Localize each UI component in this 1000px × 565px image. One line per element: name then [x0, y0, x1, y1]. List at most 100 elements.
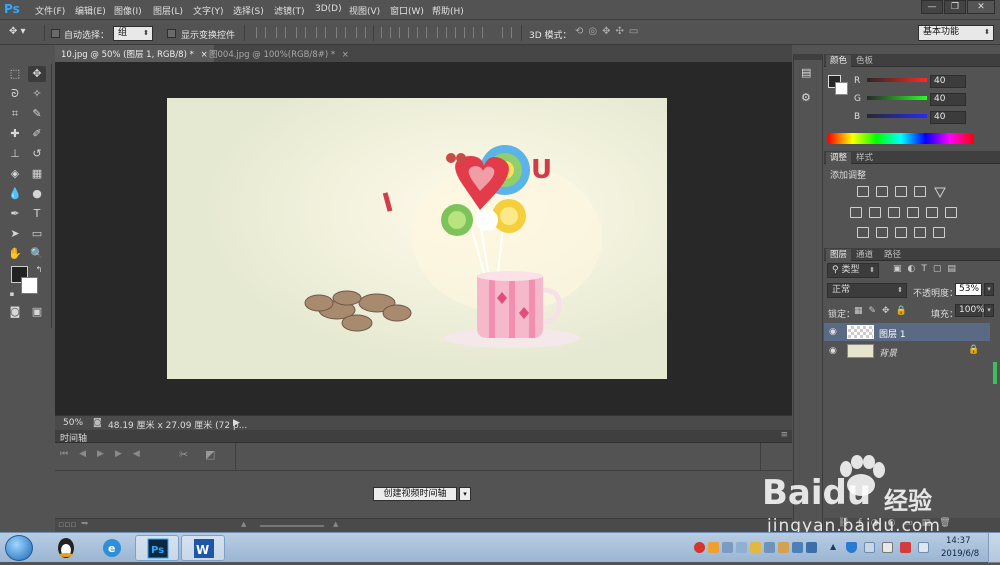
auto-select-checkbox[interactable] — [51, 29, 60, 38]
menu-edit[interactable]: 编辑(E) — [75, 4, 106, 17]
menu-layer[interactable]: 图层(L) — [153, 4, 183, 17]
layer-filter-icons[interactable]: ▣◐T▢▤ — [893, 264, 993, 277]
pen-tool-icon[interactable]: ✒ — [6, 206, 24, 222]
distribute-left-icon[interactable] — [437, 27, 447, 38]
blend-mode-dropdown[interactable]: 正常 ⬍ — [827, 283, 907, 298]
color-spectrum[interactable] — [828, 133, 974, 144]
chevron-down-icon[interactable]: ▾ — [984, 304, 994, 317]
align-vcenter-icon[interactable] — [276, 27, 286, 38]
menu-help[interactable]: 帮助(H) — [432, 4, 464, 17]
black-white-icon[interactable] — [888, 207, 900, 218]
align-bottom-icon[interactable] — [296, 27, 306, 38]
close-button[interactable]: ✕ — [967, 0, 995, 14]
quick-mask-icon[interactable]: ◙ — [6, 304, 24, 320]
auto-select-dropdown[interactable]: 组 ⬍ — [113, 26, 153, 41]
move-tool-icon[interactable]: ✥ — [28, 66, 46, 82]
tab-color[interactable]: 颜色 — [826, 55, 852, 67]
color-balance-icon[interactable] — [869, 207, 881, 218]
layer-name[interactable]: 背景 — [879, 346, 897, 359]
ie-icon[interactable]: e — [90, 535, 134, 561]
default-colors-icon[interactable]: ▪ — [3, 286, 21, 302]
levels-icon[interactable] — [876, 186, 888, 197]
path-select-icon[interactable]: ➤ — [6, 226, 24, 242]
channel-b-slider[interactable] — [867, 114, 927, 118]
channel-g-slider[interactable] — [867, 96, 927, 100]
tab-styles[interactable]: 样式 — [852, 152, 877, 164]
invert-icon[interactable] — [857, 227, 869, 238]
threshold-icon[interactable] — [895, 227, 907, 238]
layer-filter-dropdown[interactable]: ⚲ 类型 ⬍ — [827, 263, 879, 278]
tab-adjustments[interactable]: 调整 — [826, 152, 852, 164]
scissors-icon[interactable]: ✂ — [179, 448, 188, 461]
menu-3d[interactable]: 3D(D) — [315, 4, 342, 14]
lock-icons[interactable]: ▦✎✥🔒 — [854, 306, 914, 318]
tray-app-icon[interactable] — [750, 542, 761, 553]
tray-app-icon[interactable] — [736, 542, 747, 553]
sogou-icon[interactable] — [694, 542, 705, 553]
brightness-icon[interactable] — [857, 186, 869, 197]
align-right-icon[interactable] — [356, 27, 366, 38]
selective-color-icon[interactable] — [933, 227, 945, 238]
crop-tool-icon[interactable]: ⌗ — [6, 106, 24, 122]
chevron-down-icon[interactable]: ▾ — [984, 283, 994, 296]
opacity-input[interactable]: 53% — [955, 283, 982, 296]
qq-icon[interactable] — [44, 535, 88, 561]
align-top-icon[interactable] — [256, 27, 266, 38]
distribute-right-icon[interactable] — [473, 27, 483, 38]
zoom-level[interactable]: 50% — [63, 418, 83, 428]
chevron-up-icon[interactable]: ▲ — [830, 542, 836, 551]
info-icon[interactable]: ◙ — [93, 418, 102, 428]
frame-mode-icon[interactable]: ▫▫▫ — [58, 520, 76, 530]
3d-mode-icons[interactable]: ⟲◎✥✣▭ — [575, 26, 660, 40]
panel-menu-icon[interactable]: ≡ — [780, 430, 788, 440]
menu-view[interactable]: 视图(V) — [349, 4, 380, 17]
start-orb[interactable] — [5, 535, 33, 561]
menu-file[interactable]: 文件(F) — [35, 4, 65, 17]
zoom-tool-icon[interactable]: 🔍 — [28, 246, 46, 262]
show-desktop-button[interactable] — [988, 533, 1000, 563]
volume-icon[interactable] — [918, 542, 929, 553]
background-color-swatch[interactable] — [21, 277, 38, 294]
clone-stamp-icon[interactable]: ⊥ — [6, 146, 24, 162]
tab-pic004-jpg[interactable]: 图004.jpg @ 100%(RGB/8#) * × — [203, 45, 355, 62]
move-tool-preset-icon[interactable]: ✥ ▾ — [9, 26, 39, 40]
channel-mixer-icon[interactable] — [926, 207, 938, 218]
layer-row[interactable]: ◉ 图层 1 — [824, 323, 990, 341]
restore-button[interactable]: ❐ — [944, 0, 966, 14]
channel-r-value[interactable]: 40 — [930, 75, 966, 88]
keyboard-icon[interactable] — [722, 542, 733, 553]
shield-icon[interactable] — [846, 542, 857, 553]
tab-10-jpg[interactable]: 10.jpg @ 50% (图层 1, RGB/8) * × — [55, 45, 214, 62]
background-color-swatch[interactable] — [835, 82, 848, 95]
zoom-in-icon[interactable]: ▲ — [333, 520, 338, 528]
tray-app-icon[interactable] — [792, 542, 803, 553]
transition-icon[interactable]: ◩ — [205, 448, 215, 461]
workspace-dropdown[interactable]: 基本功能 ⬍ — [918, 25, 994, 41]
clock-date[interactable]: 2019/6/8 — [941, 549, 979, 559]
close-icon[interactable]: × — [342, 50, 349, 60]
tab-layers[interactable]: 图层 — [826, 249, 852, 261]
tray-app-icon[interactable] — [806, 542, 817, 553]
layer-name[interactable]: 图层 1 — [879, 327, 906, 340]
photoshop-icon[interactable]: Ps — [135, 535, 179, 561]
dodge-tool-icon[interactable]: ● — [28, 186, 46, 202]
history-brush-icon[interactable]: ↺ — [28, 146, 46, 162]
distribute-vcenter-icon[interactable] — [399, 27, 409, 38]
tray-app-icon[interactable] — [778, 542, 789, 553]
tab-channels[interactable]: 通道 — [852, 249, 877, 261]
hue-saturation-icon[interactable] — [850, 207, 862, 218]
align-hcenter-icon[interactable] — [336, 27, 346, 38]
properties-icon[interactable]: ⚙ — [801, 91, 816, 105]
color-lookup-icon[interactable] — [945, 207, 957, 218]
photo-filter-icon[interactable] — [907, 207, 919, 218]
channel-g-value[interactable]: 40 — [930, 93, 966, 106]
eyedropper-icon[interactable]: ✎ — [28, 106, 46, 122]
tray-app-icon[interactable] — [708, 542, 719, 553]
posterize-icon[interactable] — [876, 227, 888, 238]
swap-colors-icon[interactable]: ↰ — [30, 262, 48, 278]
screen-mode-icon[interactable]: ▣ — [28, 304, 46, 320]
create-video-timeline-button[interactable]: 创建视频时间轴 — [373, 487, 457, 501]
menu-filter[interactable]: 滤镜(T) — [274, 4, 305, 17]
usb-icon[interactable] — [882, 542, 893, 553]
brush-tool-icon[interactable]: ✐ — [28, 126, 46, 142]
